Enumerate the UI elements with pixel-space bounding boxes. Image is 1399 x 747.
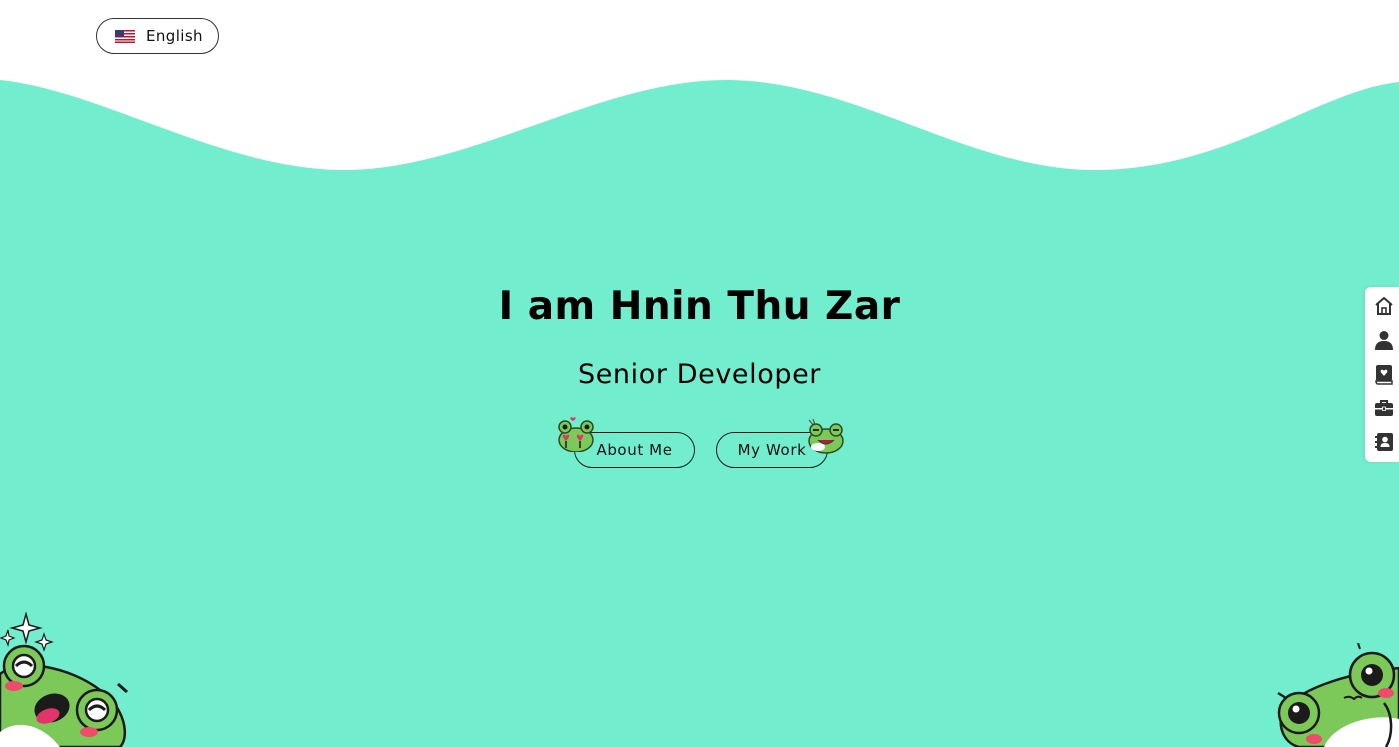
my-work-label: My Work [737, 441, 807, 459]
about-me-label: About Me [596, 441, 673, 459]
book-heart-icon[interactable] [1373, 363, 1395, 385]
briefcase-icon[interactable] [1373, 397, 1395, 419]
frog-laugh-sticker-icon [808, 418, 844, 454]
hero-subtitle: Senior Developer [577, 359, 822, 390]
home-icon[interactable] [1373, 295, 1395, 317]
hero-title: I am Hnin Thu Zar [498, 284, 901, 329]
frog-surprised-corner-icon [0, 612, 128, 747]
us-flag-icon [115, 29, 135, 43]
address-book-icon[interactable] [1373, 431, 1395, 453]
language-switcher-button[interactable]: English [96, 18, 219, 54]
language-label: English [146, 27, 203, 45]
frog-love-sticker-icon [558, 417, 594, 452]
side-navigation [1365, 287, 1399, 462]
frog-peeking-corner-icon [1277, 643, 1399, 747]
user-icon[interactable] [1373, 329, 1395, 351]
